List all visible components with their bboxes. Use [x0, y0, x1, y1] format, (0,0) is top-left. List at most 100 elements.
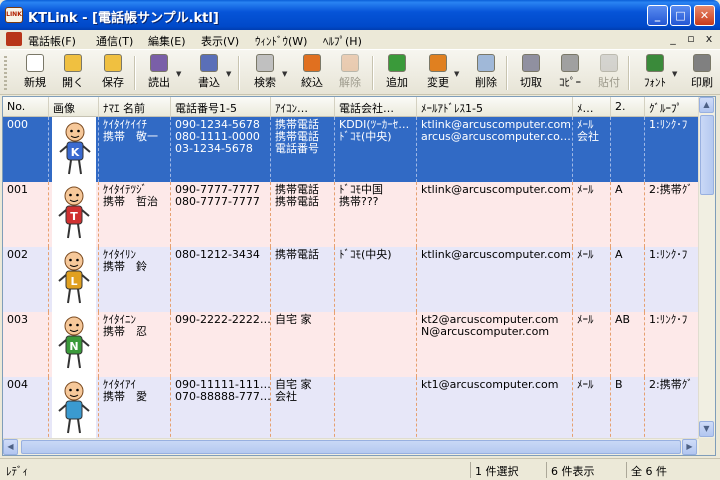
character-figure-icon: [58, 381, 90, 434]
horizontal-scroll-thumb[interactable]: [21, 440, 681, 454]
toolbar-button-2[interactable]: 保存: [96, 52, 130, 94]
cell-carriers: [335, 377, 417, 438]
cell-carriers: ﾄﾞｺﾓ中国 携帯???: [335, 182, 417, 247]
cell-phone-icons-line: 自宅 家: [275, 313, 312, 326]
cell-name: ｹｲﾀｲﾃﾂｼﾞ 携帯 哲治: [99, 182, 171, 247]
toolbar-button-11[interactable]: 切取: [514, 52, 548, 94]
mdi-restore-button[interactable]: ▫: [684, 32, 698, 46]
toolbar-separator: [628, 56, 630, 90]
status-shown-count: 6 件表示: [546, 462, 624, 478]
mdi-minimize-button[interactable]: _: [666, 32, 680, 46]
toolbar-button-label: 切取: [520, 76, 542, 89]
cell-mail-type: ﾒｰﾙ: [573, 312, 611, 377]
chevron-left-icon: ◀: [7, 442, 14, 451]
toolbar-button-5[interactable]: 検索: [246, 52, 284, 94]
toolbar-button-8[interactable]: 追加: [380, 52, 414, 94]
contact-photo: T: [52, 182, 96, 247]
column-header-5[interactable]: 電話会社…: [335, 97, 417, 117]
toolbar-separator: [238, 56, 240, 90]
scroll-down-button[interactable]: ▼: [699, 421, 714, 437]
new-file-icon: [26, 54, 44, 72]
column-header-8[interactable]: 2.: [611, 97, 645, 117]
menu-communication[interactable]: 通信(T): [96, 33, 133, 49]
toolbar-button-12[interactable]: ｺﾋﾟｰ: [552, 52, 588, 94]
column-header-4[interactable]: ｱｲｺﾝ…: [271, 97, 335, 117]
dropdown-arrow-icon[interactable]: ▼: [226, 70, 231, 78]
cut-icon: [522, 54, 540, 72]
toolbar-grip[interactable]: [4, 56, 7, 90]
scroll-right-button[interactable]: ▶: [682, 439, 697, 455]
svg-text:N: N: [69, 340, 78, 353]
column-header-0[interactable]: No.: [3, 97, 49, 117]
column-header-9[interactable]: ｸﾞﾙｰﾌﾟ: [645, 97, 705, 117]
menu-phonebook[interactable]: 電話帳(F): [28, 33, 76, 49]
toolbar-button-7[interactable]: 解除: [334, 52, 366, 94]
table-header: No. 画像 ﾅﾏｴ 名前 電話番号1-5 ｱｲｺﾝ… 電話会社… ﾒｰﾙｱﾄﾞﾚｽ1-5 ﾒ…: [3, 97, 705, 117]
menu-window[interactable]: ｳｨﾝﾄﾞｳ(W): [255, 33, 307, 49]
toolbar-button-label: 解除: [339, 76, 361, 89]
cell-emails-line: arcus@arcuscomputer.co…: [421, 130, 571, 143]
mdi-close-button[interactable]: x: [702, 32, 716, 46]
close-button[interactable]: ✕: [694, 5, 715, 26]
cell-mail-type-line: ﾒｰﾙ: [577, 183, 594, 196]
dropdown-arrow-icon[interactable]: ▼: [672, 70, 677, 78]
toolbar-button-label: 絞込: [301, 76, 323, 89]
scroll-up-button[interactable]: ▲: [699, 97, 714, 113]
toolbar-button-9[interactable]: 変更: [420, 52, 456, 94]
document-icon[interactable]: [6, 32, 22, 46]
table-row[interactable]: 001 T ｹｲﾀｲﾃﾂｼﾞ 携帯 哲治 090-7777-7777 080-7777-7…: [3, 182, 699, 247]
table-row[interactable]: 004 ｹｲﾀｲｱｲ 携帯 愛 090-11111-111… 070-88888-777…: [3, 377, 699, 438]
column-header-3[interactable]: 電話番号1-5: [171, 97, 271, 117]
toolbar-button-label: 印刷: [691, 76, 713, 89]
minimize-button[interactable]: _: [647, 5, 668, 26]
app-window: LINK KTLink - [電話帳サンプル.ktl] _ □ ✕ 電話帳(F)…: [0, 0, 720, 480]
character-figure-icon: N: [58, 316, 90, 369]
add-icon: [388, 54, 406, 72]
toolbar-button-4[interactable]: 書込: [190, 52, 228, 94]
toolbar-button-0[interactable]: 新規: [18, 52, 52, 94]
cell-phone-numbers-line: 03-1234-5678: [175, 142, 253, 155]
dropdown-arrow-icon[interactable]: ▼: [282, 70, 287, 78]
column-header-2[interactable]: ﾅﾏｴ 名前: [99, 97, 171, 117]
column-header-7[interactable]: ﾒ…: [573, 97, 611, 117]
menu-edit[interactable]: 編集(E): [148, 33, 186, 49]
dropdown-arrow-icon[interactable]: ▼: [454, 70, 459, 78]
toolbar-button-3[interactable]: 読出: [140, 52, 178, 94]
menu-view[interactable]: 表示(V): [201, 33, 239, 49]
cell-mail-type: ﾒｰﾙ: [573, 377, 611, 438]
cell-picture: L: [49, 247, 99, 312]
menu-help[interactable]: ﾍﾙﾌﾟ(H): [323, 33, 362, 49]
cell-picture: K: [49, 117, 99, 182]
toolbar-button-15[interactable]: 印刷: [684, 52, 720, 94]
toolbar-button-1[interactable]: 開く: [56, 52, 90, 94]
vertical-scrollbar[interactable]: ▲ ▼: [698, 97, 715, 438]
table-row[interactable]: 000 K ｹｲﾀｲｹｲｲﾁ 携帯 敬一 090-1234-5678 080-1111-0…: [3, 117, 699, 182]
title-bar[interactable]: LINK KTLink - [電話帳サンプル.ktl] _ □ ✕: [0, 0, 720, 30]
toolbar-button-14[interactable]: ﾌｫﾝﾄ: [636, 52, 674, 94]
maximize-button[interactable]: □: [670, 5, 691, 26]
toolbar-button-10[interactable]: 削除: [468, 52, 504, 94]
horizontal-scrollbar[interactable]: ◀ ▶: [3, 438, 699, 455]
cell-number-line: 002: [7, 248, 28, 261]
table-row[interactable]: 003 N ｹｲﾀｲﾆﾝ 携帯 忍 090-2222-2222… 自宅 家 kt2@arcu…: [3, 312, 699, 377]
cell-emails: kt2@arcuscomputer.com N@arcuscomputer.com: [417, 312, 573, 377]
cell-name: ｹｲﾀｲｹｲｲﾁ 携帯 敬一: [99, 117, 171, 182]
cell-emails: ktlink@arcuscomputer.com: [417, 182, 573, 247]
column-header-6[interactable]: ﾒｰﾙｱﾄﾞﾚｽ1-5: [417, 97, 573, 117]
cell-emails: kt1@arcuscomputer.com: [417, 377, 573, 438]
scroll-left-button[interactable]: ◀: [3, 439, 18, 455]
cell-phone-numbers: 090-11111-111… 070-88888-777…: [171, 377, 271, 438]
toolbar-button-13[interactable]: 貼付: [592, 52, 626, 94]
cell-name: ｹｲﾀｲﾆﾝ 携帯 忍: [99, 312, 171, 377]
column-header-1[interactable]: 画像: [49, 97, 99, 117]
toolbar-button-6[interactable]: 絞込: [296, 52, 328, 94]
cell-phone-numbers-line: 090-2222-2222…: [175, 313, 271, 326]
search-icon: [256, 54, 274, 72]
app-icon[interactable]: LINK: [5, 7, 23, 23]
table-row[interactable]: 002 L ｹｲﾀｲﾘﾝ 携帯 鈴 080-1212-3434 携帯電話 ﾄﾞｺﾓ(中央) k…: [3, 247, 699, 312]
cell-phone-icons-line: 会社: [275, 390, 297, 403]
save-icon: [104, 54, 122, 72]
cell-column-2: B: [611, 377, 645, 438]
dropdown-arrow-icon[interactable]: ▼: [176, 70, 181, 78]
vertical-scroll-thumb[interactable]: [700, 115, 714, 195]
